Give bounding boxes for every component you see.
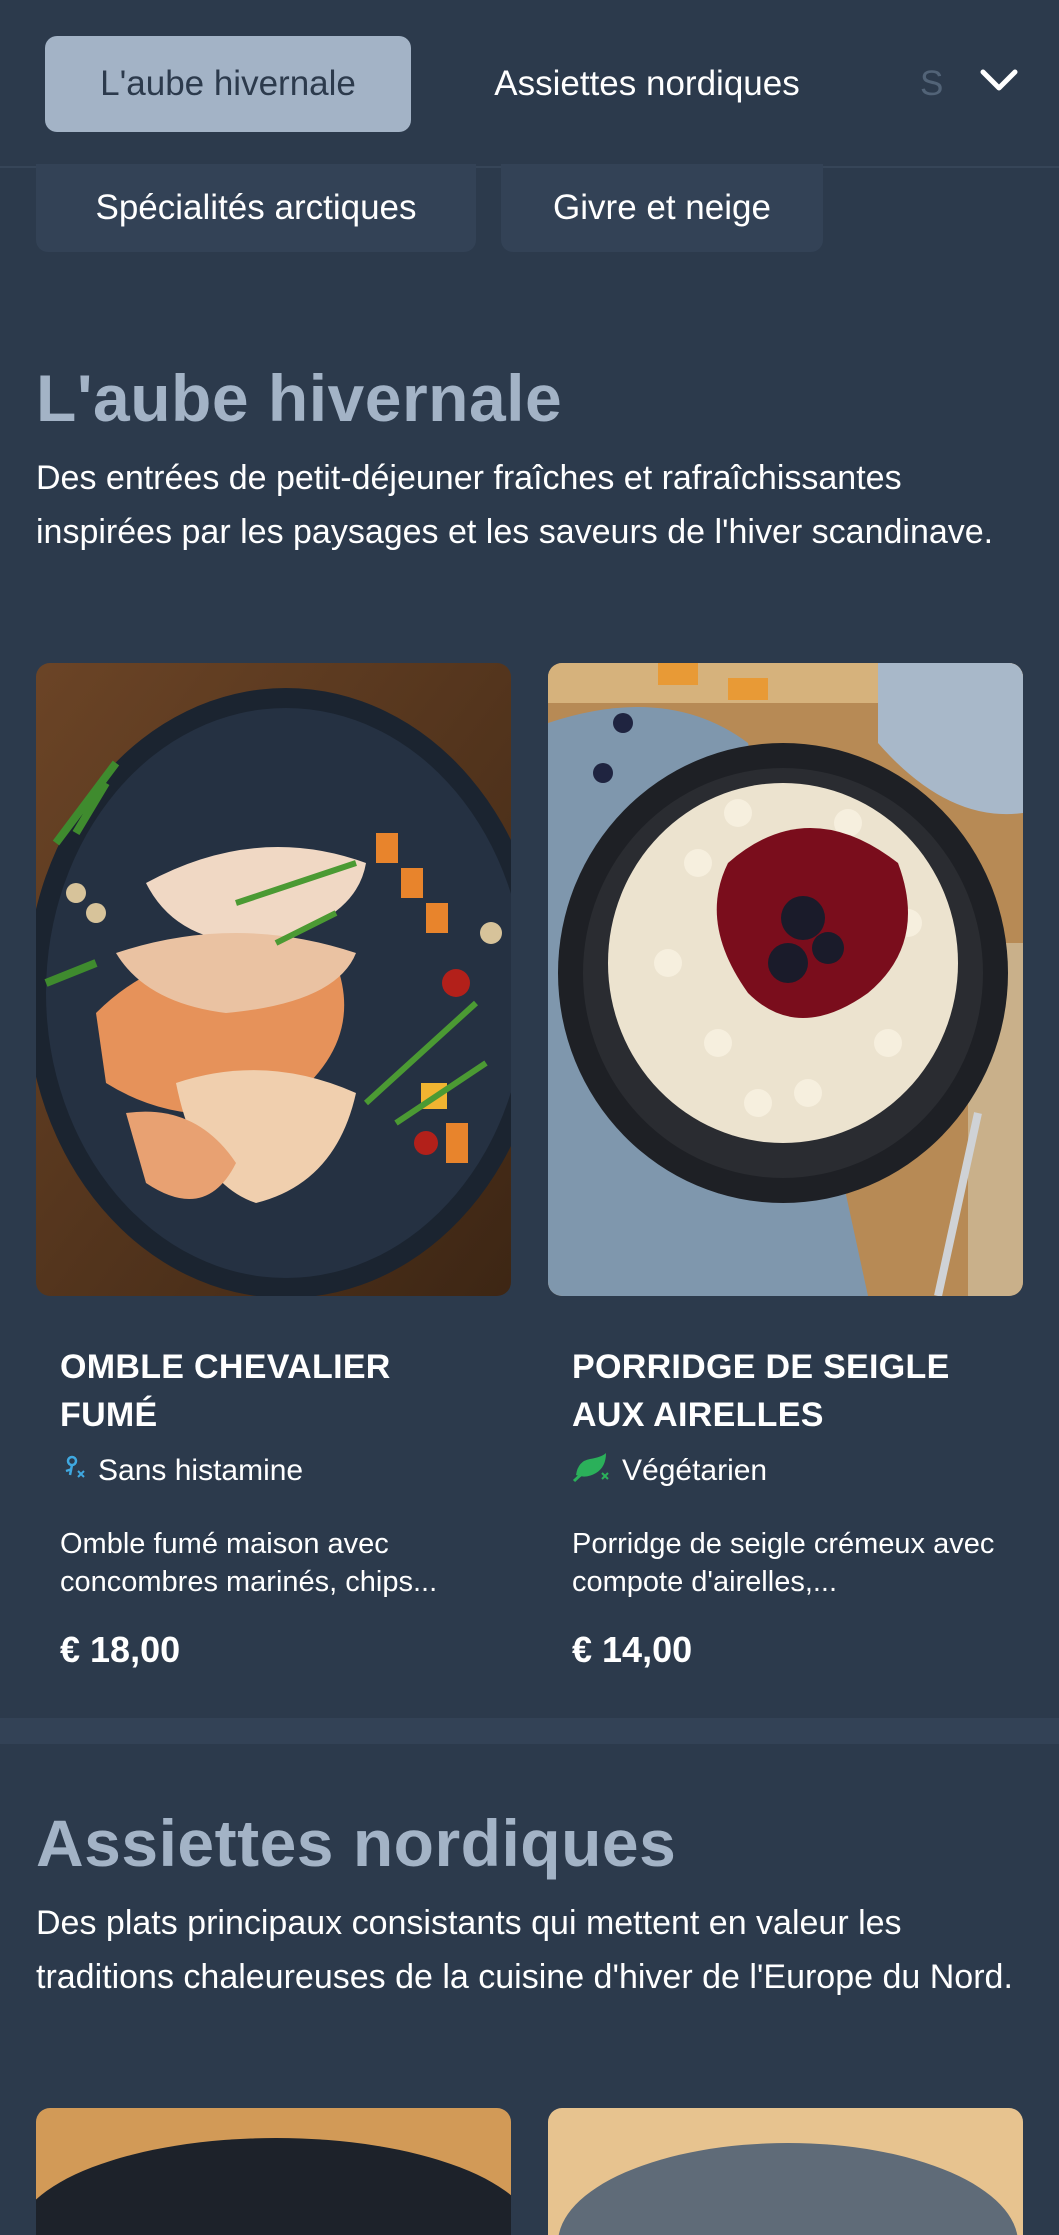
dish-image <box>558 2143 1018 2235</box>
category-tab-bar: L'aube hivernale Assiettes nordiques S <box>0 0 1059 168</box>
dish-price: € 18,00 <box>60 1629 181 1670</box>
dish-price: € 14,00 <box>572 1629 693 1670</box>
menu-item-card[interactable]: OMBLE CHEVALIER FUMÉ Sans histamine Ombl… <box>36 663 511 1678</box>
dish-image-rye-porridge <box>548 663 1023 1296</box>
diet-label: Sans histamine <box>98 1454 304 1487</box>
tab-givre-et-neige[interactable]: Givre et neige <box>501 164 823 252</box>
dish-name: OMBLE CHEVALIER FUMÉ <box>60 1348 391 1434</box>
diet-tag: Sans histamine <box>60 1453 303 1489</box>
diet-tag: Végétarien <box>572 1453 767 1489</box>
section-description: Des plats principaux consistants qui met… <box>36 1904 1013 1996</box>
dish-description: Omble fumé maison avec concombres mariné… <box>60 1528 438 1598</box>
tab-specialites-arctiques[interactable]: Spécialités arctiques <box>36 164 476 252</box>
dish-name: PORRIDGE DE SEIGLE AUX AIRELLES <box>572 1348 950 1434</box>
dish-description: Porridge de seigle crémeux avec compote … <box>572 1528 995 1598</box>
dish-image-smoked-char <box>36 663 511 1296</box>
section-description: Des entrées de petit-déjeuner fraîches e… <box>36 459 994 551</box>
vegetarian-icon <box>572 1451 612 1491</box>
menu-item-card[interactable] <box>548 2108 1023 2235</box>
menu-item-card[interactable]: PORRIDGE DE SEIGLE AUX AIRELLES Végétari… <box>548 663 1023 1678</box>
dish-image <box>36 2138 511 2235</box>
histamine-free-icon <box>60 1453 88 1489</box>
tab-aube-hivernale[interactable]: L'aube hivernale <box>45 36 411 132</box>
section-title: L'aube hivernale <box>36 361 563 435</box>
section-title: Assiettes nordiques <box>36 1806 677 1880</box>
section-divider <box>0 1718 1059 1744</box>
tab-assiettes-nordiques[interactable]: Assiettes nordiques <box>462 36 832 132</box>
diet-label: Végétarien <box>622 1454 768 1487</box>
chevron-down-icon[interactable] <box>967 58 1027 108</box>
menu-item-card[interactable] <box>36 2108 511 2235</box>
